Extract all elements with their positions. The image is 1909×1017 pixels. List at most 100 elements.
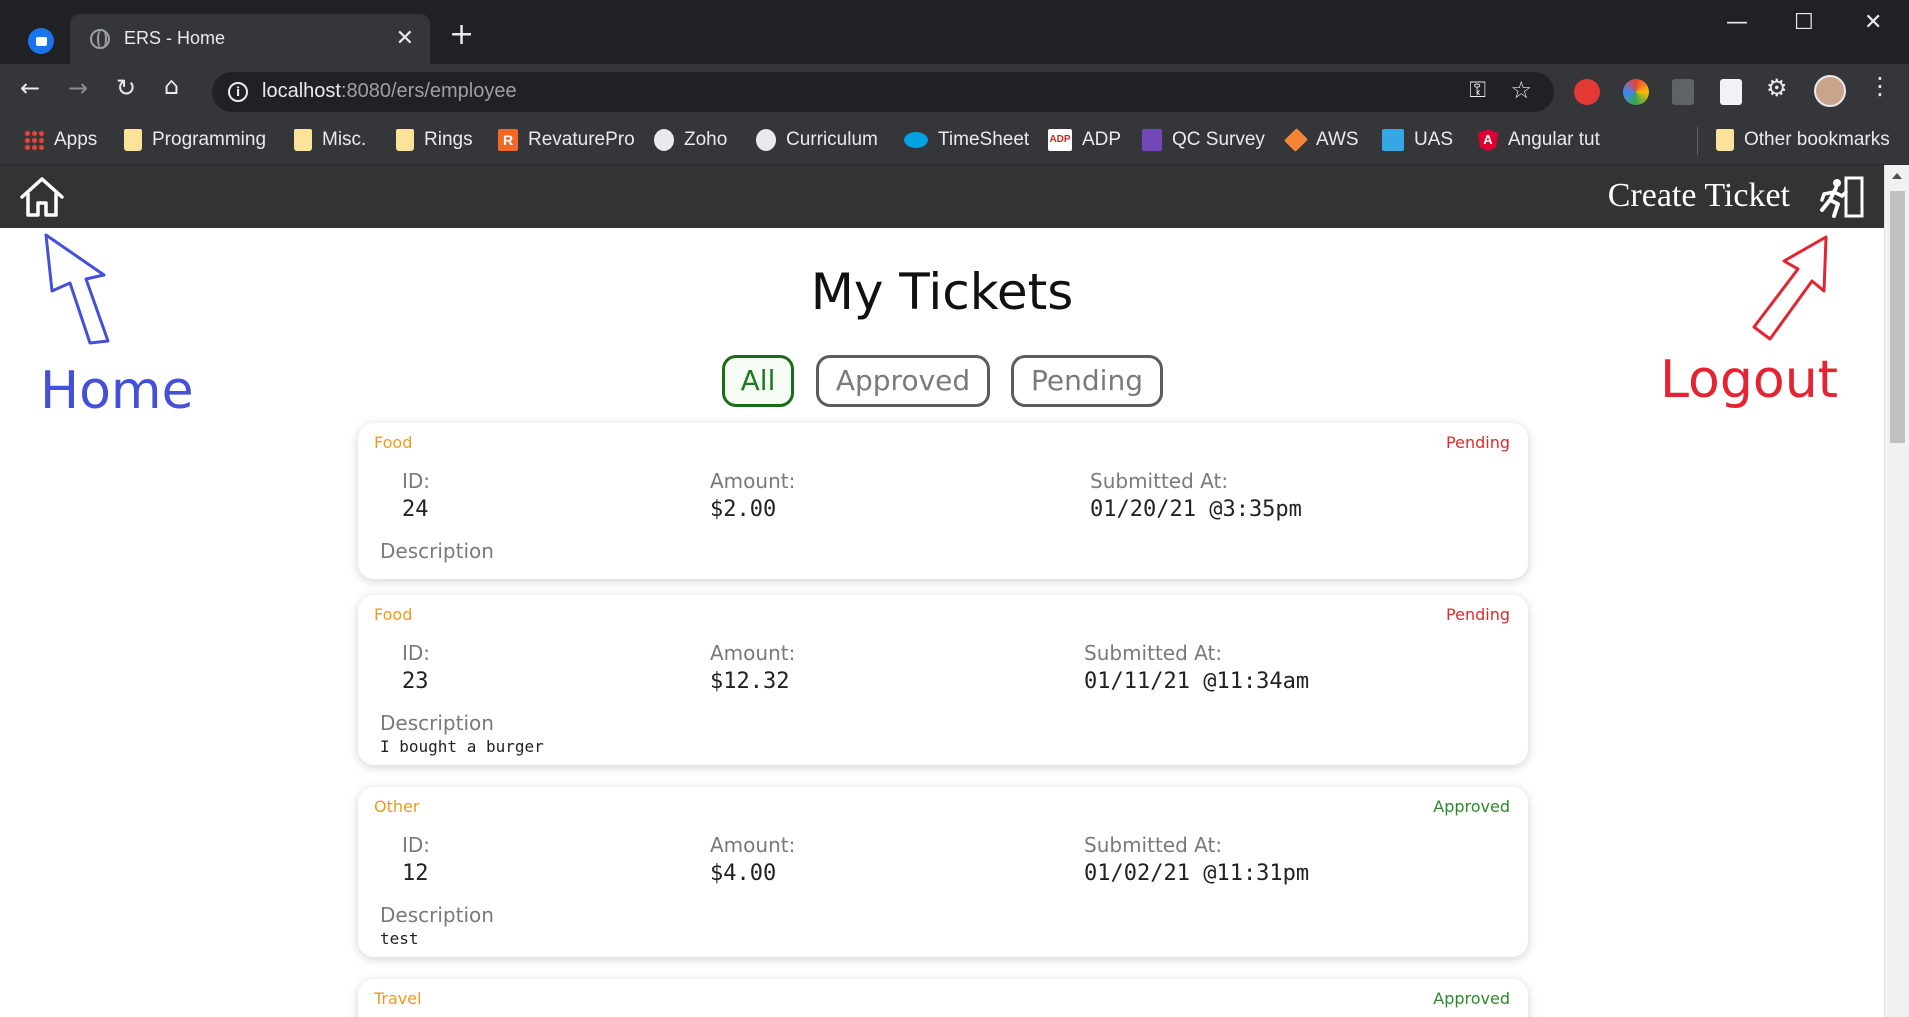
bookmark-curriculum[interactable]: Curriculum xyxy=(756,129,878,151)
ticket-id: 12 xyxy=(402,861,429,886)
bookmarks-divider xyxy=(1697,127,1698,155)
close-window-icon[interactable]: ✕ xyxy=(1864,10,1882,35)
submitted-label: Submitted At: xyxy=(1090,469,1229,493)
ticket-description: test xyxy=(380,929,419,948)
minimize-icon[interactable]: — xyxy=(1726,10,1748,35)
description-label: Description xyxy=(380,903,494,927)
adblock-extension-icon[interactable] xyxy=(1574,79,1600,105)
ticket-card[interactable]: Other Approved ID: 12 Amount: $4.00 Subm… xyxy=(358,787,1528,957)
ticket-id: 24 xyxy=(402,497,429,522)
page-title: My Tickets xyxy=(810,263,1074,321)
create-ticket-link[interactable]: Create Ticket xyxy=(1608,177,1790,215)
reload-icon[interactable]: ↻ xyxy=(116,76,136,100)
bookmark-other-bookmarks[interactable]: Other bookmarks xyxy=(1716,129,1890,151)
bookmark-programming[interactable]: Programming xyxy=(124,129,266,151)
bookmark-timesheet[interactable]: TimeSheet xyxy=(904,129,1029,151)
bookmark-revaturepro[interactable]: R RevaturePro xyxy=(498,129,635,151)
calendar-extension-icon[interactable] xyxy=(1720,79,1742,105)
ticket-status: Pending xyxy=(1446,605,1510,624)
folder-icon xyxy=(396,129,414,151)
adp-icon: ADP xyxy=(1048,129,1072,151)
browser-window: ERS - Home ✕ + — ☐ ✕ ← → ↻ ⌂ i localhost… xyxy=(0,0,1909,1017)
filter-all-button[interactable]: All xyxy=(722,355,794,407)
tab-search-icon[interactable] xyxy=(28,28,54,54)
ticket-amount: $4.00 xyxy=(710,861,777,886)
github-icon xyxy=(756,129,776,151)
bookmark-rings[interactable]: Rings xyxy=(396,129,473,151)
url-host: localhost xyxy=(262,80,341,102)
web-page: Create Ticket Home Logout My Tickets All… xyxy=(0,165,1884,1017)
apps-grid-icon xyxy=(24,130,44,150)
amount-label: Amount: xyxy=(710,469,796,493)
aws-icon xyxy=(1284,128,1308,152)
ticket-status: Pending xyxy=(1446,433,1510,452)
back-icon[interactable]: ← xyxy=(20,76,40,100)
forward-icon[interactable]: → xyxy=(68,76,88,100)
revaturepro-icon: R xyxy=(498,129,518,151)
ticket-card[interactable]: Food Pending ID: 23 Amount: $12.32 Submi… xyxy=(358,595,1528,765)
angular-icon: A xyxy=(1478,129,1498,151)
close-tab-icon[interactable]: ✕ xyxy=(396,26,414,51)
ticket-status: Approved xyxy=(1433,989,1510,1008)
bookmark-qc-survey[interactable]: QC Survey xyxy=(1142,129,1265,151)
bookmark-angular-tut[interactable]: A Angular tut xyxy=(1478,129,1600,151)
bookmark-zoho[interactable]: Zoho xyxy=(654,129,727,151)
description-label: Description xyxy=(380,711,494,735)
page-scrollbar[interactable] xyxy=(1884,165,1909,1017)
amount-label: Amount: xyxy=(710,641,796,665)
ticket-category: Food xyxy=(374,433,413,452)
color-picker-extension-icon[interactable] xyxy=(1623,79,1649,105)
ticket-submitted: 01/02/21 @11:31pm xyxy=(1084,861,1310,886)
id-label: ID: xyxy=(402,469,431,493)
zoho-icon xyxy=(654,129,674,151)
browser-toolbar: ← → ↻ ⌂ i localhost:8080/ers/employee ⚿ … xyxy=(0,64,1909,119)
folder-icon xyxy=(294,129,312,151)
bookmark-uas[interactable]: UAS xyxy=(1382,129,1453,151)
id-label: ID: xyxy=(402,833,431,857)
browser-menu-icon[interactable]: ⋮ xyxy=(1868,74,1892,98)
ticket-status: Approved xyxy=(1433,797,1510,816)
home-icon[interactable] xyxy=(18,175,66,219)
new-tab-button[interactable]: + xyxy=(449,20,474,50)
description-label: Description xyxy=(380,539,494,563)
bookmark-aws[interactable]: AWS xyxy=(1284,128,1359,152)
submitted-label: Submitted At: xyxy=(1084,833,1223,857)
scroll-up-icon[interactable] xyxy=(1892,173,1902,179)
bookmark-star-icon[interactable]: ☆ xyxy=(1510,76,1532,104)
scrollbar-thumb[interactable] xyxy=(1890,191,1905,443)
ticket-id: 23 xyxy=(402,669,429,694)
url-text[interactable]: localhost:8080/ers/employee xyxy=(262,80,517,103)
ticket-card[interactable]: Food Pending ID: 24 Amount: $2.00 Submit… xyxy=(358,423,1528,579)
address-bar[interactable]: i localhost:8080/ers/employee ⚿ ☆ xyxy=(212,72,1554,112)
bookmark-adp[interactable]: ADP ADP xyxy=(1048,129,1121,151)
site-info-icon[interactable]: i xyxy=(228,82,248,102)
bookmark-misc[interactable]: Misc. xyxy=(294,129,366,151)
amount-label: Amount: xyxy=(710,833,796,857)
url-path: :8080/ers/employee xyxy=(340,80,517,102)
uas-icon xyxy=(1382,129,1404,151)
extensions-puzzle-icon[interactable]: ⚙ xyxy=(1766,76,1788,100)
salesforce-icon xyxy=(904,132,928,148)
eyedropper-extension-icon[interactable] xyxy=(1672,79,1694,105)
tab-ers-home[interactable]: ERS - Home ✕ xyxy=(70,14,430,64)
home-annotation: Home xyxy=(40,361,194,421)
ticket-submitted: 01/11/21 @11:34am xyxy=(1084,669,1310,694)
ticket-card[interactable]: Travel Approved xyxy=(358,979,1528,1017)
bookmarks-bar: Apps Programming Misc. Rings R RevatureP… xyxy=(0,119,1909,165)
globe-icon xyxy=(90,29,110,49)
bookmark-apps[interactable]: Apps xyxy=(24,129,97,151)
filter-approved-button[interactable]: Approved xyxy=(816,355,990,407)
id-label: ID: xyxy=(402,641,431,665)
tab-strip: ERS - Home ✕ + — ☐ ✕ xyxy=(0,0,1909,64)
maximize-icon[interactable]: ☐ xyxy=(1794,10,1814,35)
submitted-label: Submitted At: xyxy=(1084,641,1223,665)
tab-title: ERS - Home xyxy=(124,28,226,48)
password-key-icon[interactable]: ⚿ xyxy=(1469,78,1486,103)
filter-pending-button[interactable]: Pending xyxy=(1011,355,1163,407)
profile-avatar[interactable] xyxy=(1814,75,1846,107)
ticket-amount: $12.32 xyxy=(710,669,790,694)
app-navbar: Create Ticket xyxy=(0,165,1884,228)
logout-icon[interactable] xyxy=(1818,176,1864,218)
home-icon[interactable]: ⌂ xyxy=(164,74,179,98)
ticket-category: Food xyxy=(374,605,413,624)
